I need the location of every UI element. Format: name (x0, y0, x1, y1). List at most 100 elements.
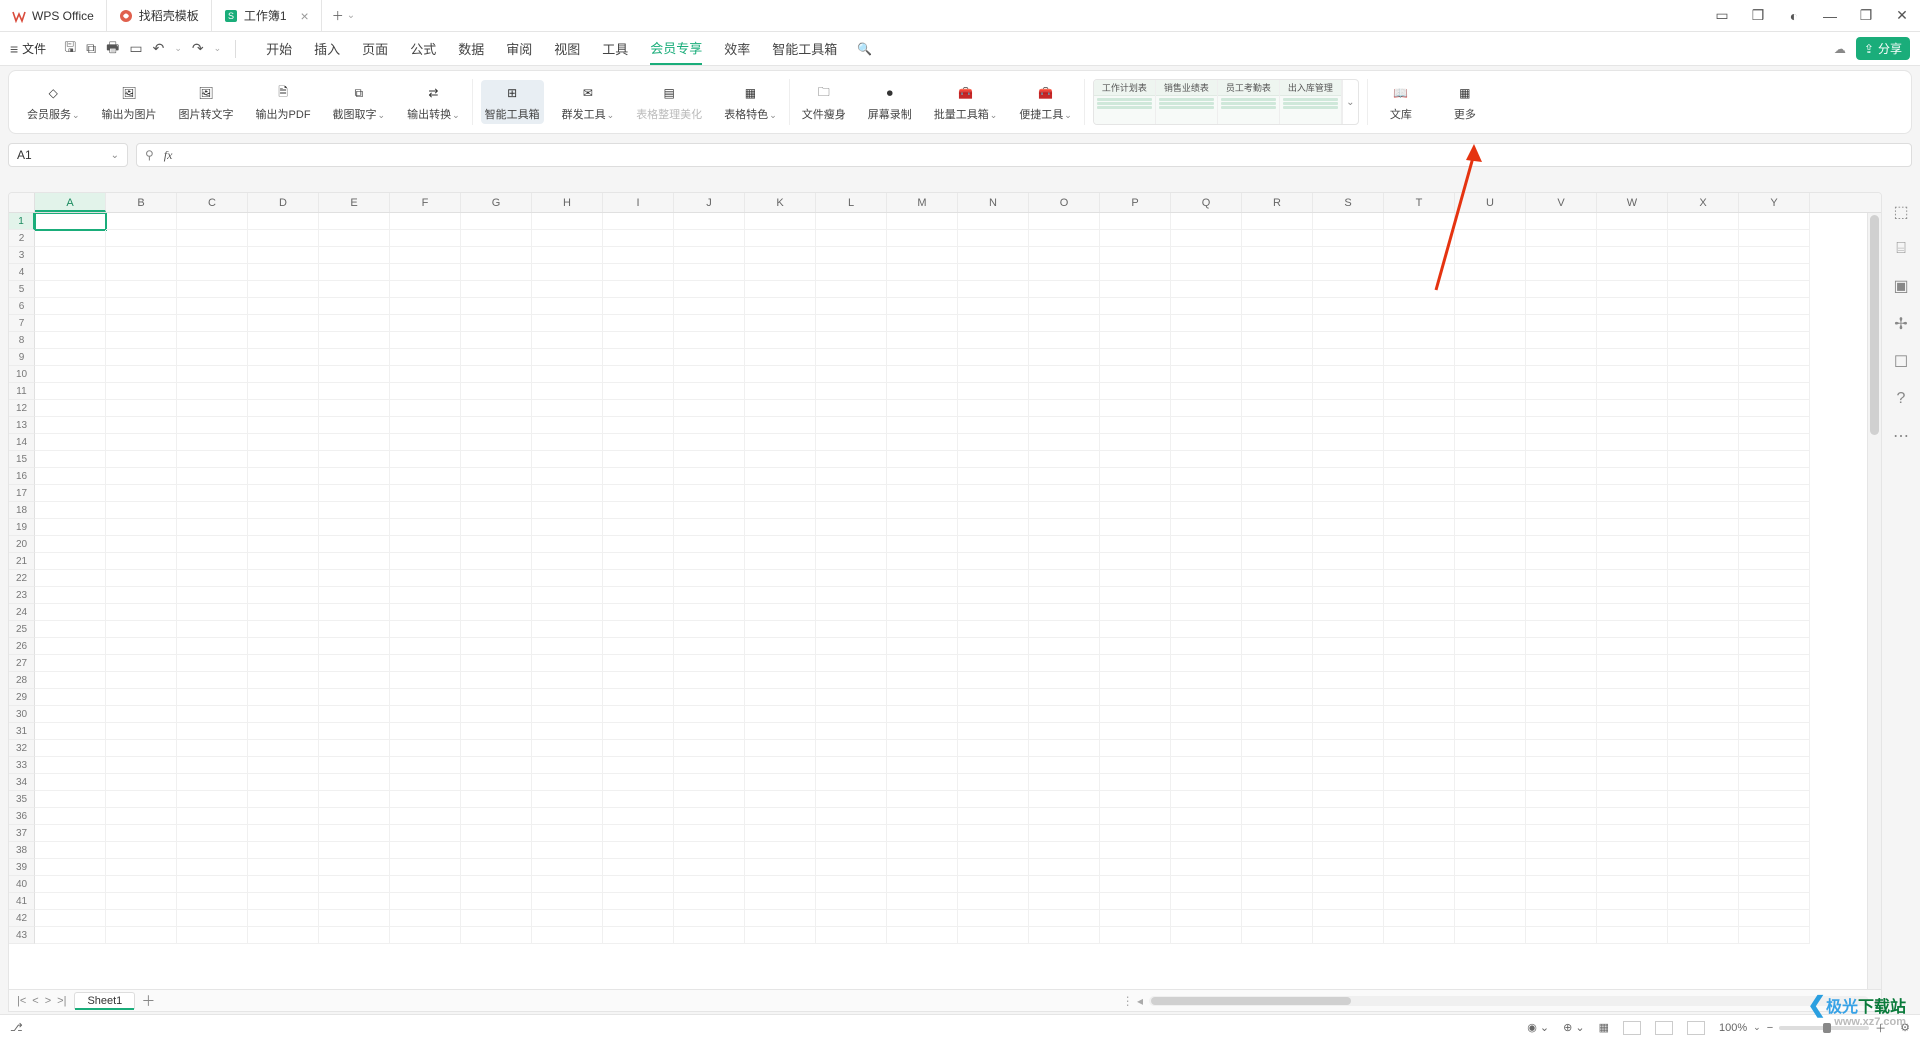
cell-M15[interactable] (887, 451, 958, 468)
cell-L27[interactable] (816, 655, 887, 672)
row-header-11[interactable]: 11 (9, 383, 35, 400)
cell-B34[interactable] (106, 774, 177, 791)
ribbon-mass-button[interactable]: ✉群发工具⌄ (558, 80, 619, 124)
col-header-E[interactable]: E (319, 193, 390, 212)
cell-A6[interactable] (35, 298, 106, 315)
cell-N10[interactable] (958, 366, 1029, 383)
cell-Y19[interactable] (1739, 519, 1810, 536)
sheet-prev-icon[interactable]: < (32, 995, 38, 1007)
cell-X1[interactable] (1668, 213, 1739, 230)
cell-P32[interactable] (1100, 740, 1171, 757)
cell-W27[interactable] (1597, 655, 1668, 672)
cell-V37[interactable] (1526, 825, 1597, 842)
cell-F43[interactable] (390, 927, 461, 944)
cell-T29[interactable] (1384, 689, 1455, 706)
cell-D7[interactable] (248, 315, 319, 332)
cell-K21[interactable] (745, 553, 816, 570)
cell-G7[interactable] (461, 315, 532, 332)
col-header-A[interactable]: A (35, 193, 106, 212)
cell-H8[interactable] (532, 332, 603, 349)
cell-Q6[interactable] (1171, 298, 1242, 315)
cell-F3[interactable] (390, 247, 461, 264)
cell-Q24[interactable] (1171, 604, 1242, 621)
row-header-35[interactable]: 35 (9, 791, 35, 808)
cell-X15[interactable] (1668, 451, 1739, 468)
cell-D23[interactable] (248, 587, 319, 604)
cell-U35[interactable] (1455, 791, 1526, 808)
cell-I1[interactable] (603, 213, 674, 230)
cell-E3[interactable] (319, 247, 390, 264)
row-header-17[interactable]: 17 (9, 485, 35, 502)
cell-G19[interactable] (461, 519, 532, 536)
cell-Q30[interactable] (1171, 706, 1242, 723)
cell-A31[interactable] (35, 723, 106, 740)
cell-W24[interactable] (1597, 604, 1668, 621)
cell-H24[interactable] (532, 604, 603, 621)
cell-A38[interactable] (35, 842, 106, 859)
cell-Q25[interactable] (1171, 621, 1242, 638)
cell-Q9[interactable] (1171, 349, 1242, 366)
cell-Q41[interactable] (1171, 893, 1242, 910)
cell-D14[interactable] (248, 434, 319, 451)
cell-C20[interactable] (177, 536, 248, 553)
cell-Y31[interactable] (1739, 723, 1810, 740)
cell-N21[interactable] (958, 553, 1029, 570)
cell-T31[interactable] (1384, 723, 1455, 740)
cell-J6[interactable] (674, 298, 745, 315)
cell-N7[interactable] (958, 315, 1029, 332)
cell-C14[interactable] (177, 434, 248, 451)
cell-S4[interactable] (1313, 264, 1384, 281)
cell-T11[interactable] (1384, 383, 1455, 400)
cell-R22[interactable] (1242, 570, 1313, 587)
cell-I18[interactable] (603, 502, 674, 519)
cell-S15[interactable] (1313, 451, 1384, 468)
cell-J15[interactable] (674, 451, 745, 468)
cell-J27[interactable] (674, 655, 745, 672)
cell-J13[interactable] (674, 417, 745, 434)
cell-Q12[interactable] (1171, 400, 1242, 417)
cell-U7[interactable] (1455, 315, 1526, 332)
cell-B22[interactable] (106, 570, 177, 587)
cell-P8[interactable] (1100, 332, 1171, 349)
cell-E17[interactable] (319, 485, 390, 502)
cell-K41[interactable] (745, 893, 816, 910)
cell-V14[interactable] (1526, 434, 1597, 451)
cell-G13[interactable] (461, 417, 532, 434)
cell-M40[interactable] (887, 876, 958, 893)
cell-P2[interactable] (1100, 230, 1171, 247)
cell-U34[interactable] (1455, 774, 1526, 791)
cell-W33[interactable] (1597, 757, 1668, 774)
cell-P33[interactable] (1100, 757, 1171, 774)
cell-W17[interactable] (1597, 485, 1668, 502)
cell-D2[interactable] (248, 230, 319, 247)
cell-T19[interactable] (1384, 519, 1455, 536)
cell-M12[interactable] (887, 400, 958, 417)
cell-I27[interactable] (603, 655, 674, 672)
cell-V24[interactable] (1526, 604, 1597, 621)
cell-K36[interactable] (745, 808, 816, 825)
cell-A39[interactable] (35, 859, 106, 876)
cell-I33[interactable] (603, 757, 674, 774)
cell-Y42[interactable] (1739, 910, 1810, 927)
col-header-S[interactable]: S (1313, 193, 1384, 212)
row-header-30[interactable]: 30 (9, 706, 35, 723)
cell-K3[interactable] (745, 247, 816, 264)
cell-U9[interactable] (1455, 349, 1526, 366)
cell-Q39[interactable] (1171, 859, 1242, 876)
cell-K14[interactable] (745, 434, 816, 451)
cell-C25[interactable] (177, 621, 248, 638)
cell-X27[interactable] (1668, 655, 1739, 672)
print-icon[interactable]: 🖶 (106, 37, 119, 61)
cell-W28[interactable] (1597, 672, 1668, 689)
cell-J36[interactable] (674, 808, 745, 825)
cell-Q35[interactable] (1171, 791, 1242, 808)
cell-L10[interactable] (816, 366, 887, 383)
cell-S17[interactable] (1313, 485, 1384, 502)
row-header-6[interactable]: 6 (9, 298, 35, 315)
cell-X39[interactable] (1668, 859, 1739, 876)
cell-K10[interactable] (745, 366, 816, 383)
cell-J30[interactable] (674, 706, 745, 723)
cell-U21[interactable] (1455, 553, 1526, 570)
cell-P37[interactable] (1100, 825, 1171, 842)
cell-H4[interactable] (532, 264, 603, 281)
